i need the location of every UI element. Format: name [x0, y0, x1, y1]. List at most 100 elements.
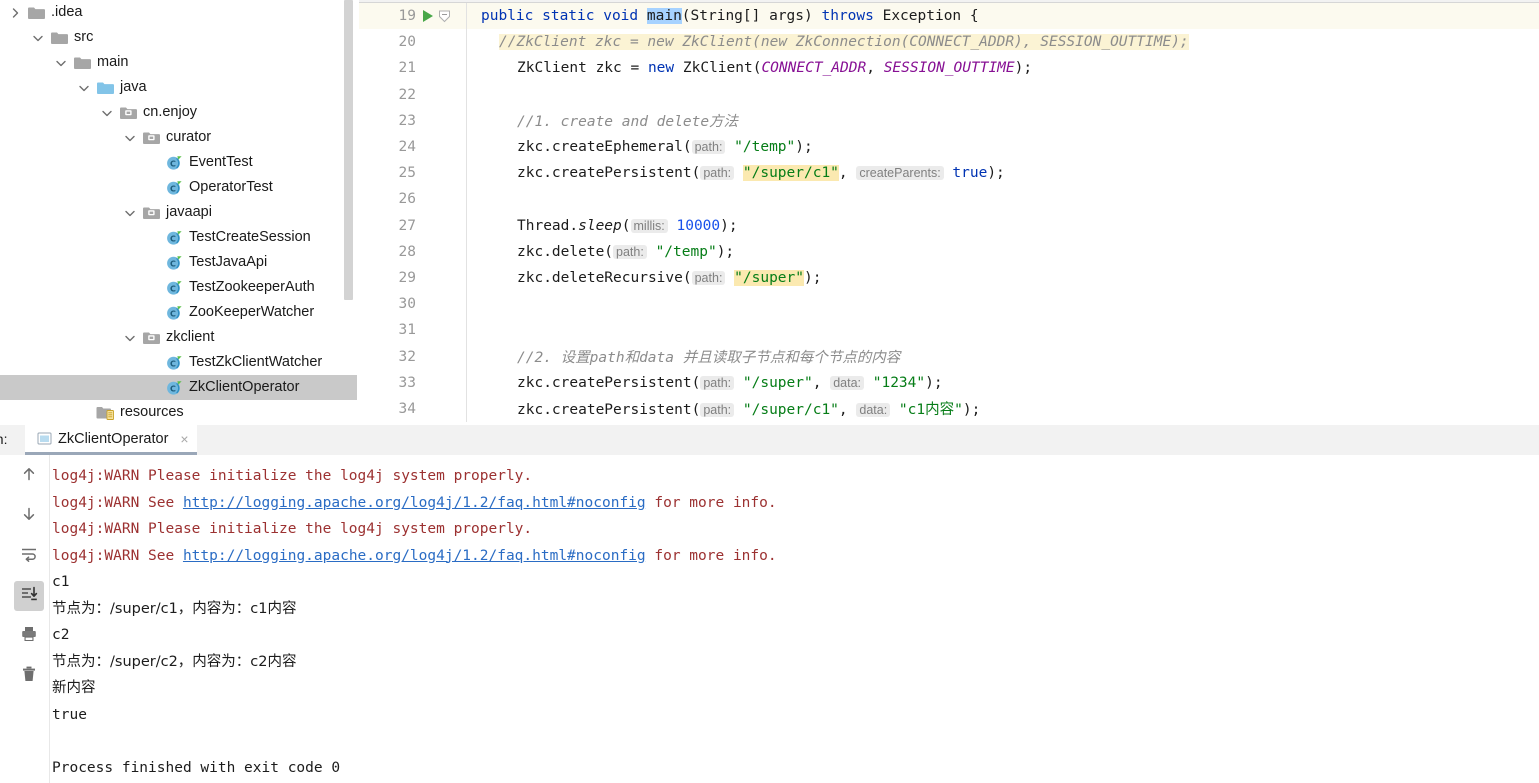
code-fold-icon[interactable] — [438, 10, 451, 23]
code-text[interactable]: zkc.createPersistent(path: "/super/c1", … — [467, 398, 1539, 419]
scroll-down-button[interactable] — [14, 501, 44, 531]
code-text[interactable]: //2. 设置path和data 并且读取子节点和每个节点的内容 — [467, 346, 1539, 367]
code-line-21[interactable]: 21 ZkClient zkc = new ZkClient(CONNECT_AD… — [359, 55, 1539, 82]
console-tab-zkclientoperator[interactable]: ZkClientOperator × — [25, 425, 197, 455]
editor-gutter-icons — [421, 133, 467, 161]
tree-item-main[interactable]: main — [0, 50, 359, 75]
code-text[interactable]: Thread.sleep(millis: 10000); — [467, 218, 1539, 234]
code-text[interactable]: zkc.createEphemeral(path: "/temp"); — [467, 139, 1539, 155]
chevron-down-icon[interactable] — [123, 331, 137, 345]
code-line-25[interactable]: 25 zkc.createPersistent(path: "/super/c1"… — [359, 160, 1539, 187]
console-hyperlink[interactable]: http://logging.apache.org/log4j/1.2/faq.… — [183, 495, 646, 511]
code-text[interactable]: public static void main(String[] args) t… — [467, 8, 1539, 25]
code-text[interactable] — [467, 191, 1539, 207]
parameter-hint: createParents: — [856, 166, 944, 181]
scroll-up-button[interactable] — [14, 461, 44, 491]
code-line-19[interactable]: 19 public static void main(String[] args)… — [359, 3, 1539, 30]
clear-all-button[interactable] — [14, 661, 44, 691]
tree-item-src[interactable]: src — [0, 25, 359, 50]
tree-item-label: main — [97, 54, 129, 70]
code-token: true — [952, 165, 988, 182]
scroll-to-end-button[interactable] — [14, 581, 44, 611]
run-gutter-icon[interactable] — [423, 10, 433, 23]
console-hyperlink[interactable]: http://logging.apache.org/log4j/1.2/faq.… — [183, 548, 646, 564]
code-text[interactable]: zkc.delete(path: "/temp"); — [467, 244, 1539, 260]
code-line-28[interactable]: 28 zkc.delete(path: "/temp"); — [359, 238, 1539, 265]
code-token: Exception { — [882, 8, 979, 25]
code-lines[interactable]: 19 public static void main(String[] args)… — [359, 0, 1539, 422]
tree-item-curator[interactable]: curator — [0, 125, 359, 150]
console-text: log4j:WARN Please initialize the log4j s… — [52, 521, 533, 537]
code-line-30[interactable]: 30 — [359, 291, 1539, 318]
tree-item-testjavaapi[interactable]: C TestJavaApi — [0, 250, 359, 275]
tree-item-zookeeperwatcher[interactable]: C ZooKeeperWatcher — [0, 300, 359, 325]
code-text[interactable] — [467, 322, 1539, 338]
arrow-up-icon — [20, 465, 38, 488]
line-number: 31 — [398, 322, 416, 339]
code-text[interactable]: zkc.createPersistent(path: "/super", dat… — [467, 375, 1539, 391]
close-icon[interactable]: × — [174, 431, 188, 447]
editor-gutter-icons — [421, 264, 467, 292]
code-line-20[interactable]: 20 //ZkClient zkc = new ZkClient(new ZkCo… — [359, 29, 1539, 56]
code-text[interactable]: ZkClient zkc = new ZkClient(CONNECT_ADDR… — [467, 60, 1539, 76]
tree-item-label: src — [74, 29, 94, 45]
print-button[interactable] — [14, 621, 44, 651]
code-line-31[interactable]: 31 — [359, 317, 1539, 344]
soft-wrap-button[interactable] — [14, 541, 44, 571]
code-text[interactable] — [467, 87, 1539, 103]
code-line-24[interactable]: 24 zkc.createEphemeral(path: "/temp"); — [359, 133, 1539, 161]
code-text[interactable]: //1. create and delete方法 — [467, 110, 1539, 131]
chevron-down-icon[interactable] — [31, 31, 45, 45]
code-line-32[interactable]: 32 //2. 设置path和data 并且读取子节点和每个节点的内容 — [359, 343, 1539, 370]
tree-item-eventtest[interactable]: C EventTest — [0, 150, 359, 175]
project-tree-scrollbar[interactable] — [344, 0, 356, 300]
tree-item-operatortest[interactable]: C OperatorTest — [0, 175, 359, 200]
tree-item-testzkclientwatcher[interactable]: C TestZkClientWatcher — [0, 350, 359, 375]
code-token: sleep — [578, 217, 622, 234]
tree-item-javaapi[interactable]: javaapi — [0, 200, 359, 225]
tree-item-java[interactable]: java — [0, 75, 359, 100]
project-tree-scrollbar-thumb[interactable] — [344, 0, 353, 300]
code-token: public — [481, 8, 543, 25]
line-number: 28 — [398, 243, 416, 260]
chevron-down-icon[interactable] — [100, 106, 114, 120]
code-line-26[interactable]: 26 — [359, 186, 1539, 213]
code-line-23[interactable]: 23 //1. create and delete方法 — [359, 107, 1539, 134]
tree-item-label: TestZookeeperAuth — [189, 279, 315, 295]
code-editor-panel[interactable]: 19 public static void main(String[] args)… — [359, 0, 1539, 425]
tree-item-testzookeeperauth[interactable]: C TestZookeeperAuth — [0, 275, 359, 300]
console-output-line: c2 — [52, 622, 1539, 649]
code-text[interactable]: zkc.deleteRecursive(path: "/super"); — [467, 269, 1539, 286]
code-line-27[interactable]: 27 Thread.sleep(millis: 10000); — [359, 212, 1539, 239]
code-text[interactable]: //ZkClient zkc = new ZkClient(new ZkConn… — [467, 34, 1539, 51]
console-text: c1 — [52, 574, 70, 590]
chevron-right-icon[interactable] — [8, 6, 22, 20]
tree-item-testcreatesession[interactable]: C TestCreateSession — [0, 225, 359, 250]
soft-wrap-icon — [20, 545, 38, 568]
code-line-29[interactable]: 29 zkc.deleteRecursive(path: "/super"); — [359, 264, 1539, 292]
chevron-down-icon[interactable] — [123, 206, 137, 220]
tree-item-label: ZooKeeperWatcher — [189, 304, 315, 320]
tree-item-zkclient[interactable]: zkclient — [0, 325, 359, 350]
code-token: ); — [987, 165, 1005, 182]
code-text[interactable]: zkc.createPersistent(path: "/super/c1", … — [467, 165, 1539, 182]
chevron-down-icon[interactable] — [123, 131, 137, 145]
code-token: //1. create and delete方法 — [517, 114, 739, 131]
console-output[interactable]: log4j:WARN Please initialize the log4j s… — [52, 455, 1539, 783]
tree-item-zkclientoperator[interactable]: C ZkClientOperator — [0, 375, 359, 400]
code-line-33[interactable]: 33 zkc.createPersistent(path: "/super", d… — [359, 369, 1539, 396]
tree-item-resources[interactable]: resources — [0, 400, 359, 425]
code-token: "c1内容" — [898, 402, 963, 419]
code-text[interactable] — [467, 296, 1539, 312]
code-line-22[interactable]: 22 — [359, 81, 1539, 108]
code-line-34[interactable]: 34 zkc.createPersistent(path: "/super/c1"… — [359, 395, 1539, 422]
project-tree-panel[interactable]: .idea src main java cn.enjoy curator C EventTes… — [0, 0, 359, 425]
chevron-down-icon[interactable] — [54, 56, 68, 70]
tree-item-cn-enjoy[interactable]: cn.enjoy — [0, 100, 359, 125]
tree-item--idea[interactable]: .idea — [0, 0, 359, 25]
chevron-down-icon[interactable] — [77, 81, 91, 95]
